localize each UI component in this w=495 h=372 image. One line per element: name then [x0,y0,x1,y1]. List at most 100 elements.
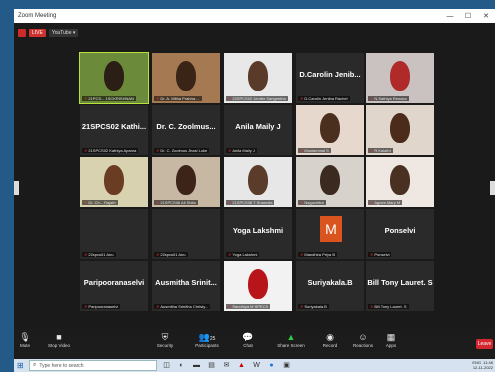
participant-tile[interactable]: ✕22SPCS02 Jenifer Sangeetha [224,53,292,103]
windows-start-icon[interactable]: ⊞ [17,361,27,370]
record-icon: ◉ [326,332,334,342]
participants-button[interactable]: 👥25 Participants [192,332,222,348]
mail-icon[interactable]: ✉ [221,361,232,370]
participant-tile[interactable]: ✕N.Sathiya Renuka [366,53,434,103]
participant-tile[interactable]: Dr. C. Zoolmus... ✕Dr. C. Zoolmus Jhasi L… [152,105,220,155]
word-icon[interactable]: W [251,361,262,370]
participant-tile[interactable]: ✕R.Kalathi [366,105,434,155]
participant-tile[interactable]: Yoga Lakshmi ✕Yoga Lakshmi [224,209,292,259]
participant-label-text: Ausmitha Srinitha Christy... [160,304,209,309]
leave-button[interactable]: Leave [476,339,493,349]
participant-label-text: 22spcs01 Anu [88,252,114,257]
participant-tile[interactable]: ✕22spcs01 Anu [152,209,220,259]
participant-name-label: ✕Ponselvi [368,252,392,257]
participant-name-label: ✕21SPCS06 Ali Shifa [154,200,198,205]
participant-tile[interactable]: 21SPCS02 Kathi... ✕21SPCS02 Kathiya Aparn… [80,105,148,155]
participant-name-label: ✕Anila Maily J [226,148,257,153]
muted-microphone-icon: ✕ [84,304,88,309]
taskbar-search-box[interactable]: ⌕ Type here to search [29,360,157,371]
desktop-background: Zoom Meeting — ☐ ✕ LIVE YouTube ▾ ✕21PCS… [0,0,495,372]
next-page-arrow[interactable] [490,181,495,195]
participant-tile[interactable]: ✕21SPCS06 Ali Shifa [152,157,220,207]
task-view-icon[interactable]: ◫ [161,361,172,370]
muted-microphone-icon: ✕ [156,200,160,205]
apps-button[interactable]: ▦ Apps [382,332,400,348]
participant-tile[interactable]: Paripooranaselvi ✕Paripooranaselvi [80,261,148,311]
participant-display-name: Bill Tony Lauret. S [367,277,433,287]
participant-tile[interactable]: M ✕Mandhira Priya B [296,209,364,259]
stop-video-button[interactable]: ■ Stop Video [44,332,74,348]
share-screen-icon: ▲ [286,332,296,342]
muted-microphone-icon: ✕ [156,148,160,153]
participant-tile[interactable]: Ponselvi ✕Ponselvi [366,209,434,259]
share-screen-button[interactable]: ▲ Share Screen [276,332,306,348]
mute-button[interactable]: 🎙 Mute [16,332,34,348]
reactions-button[interactable]: ☺ Reactions [350,332,376,348]
muted-microphone-icon: ✕ [300,200,304,205]
apps-icon: ▦ [386,332,396,342]
file-explorer-icon[interactable]: ▬ [191,361,202,370]
previous-page-arrow[interactable] [14,181,19,195]
participant-display-name: Ponselvi [384,225,416,235]
participant-tile[interactable]: Ausmitha Srinit... ✕Ausmitha Srinitha Chr… [152,261,220,311]
apps-label: Apps [385,343,397,348]
participant-label-text: Dr. A. Mitha Prabha ... [160,96,200,101]
participant-label-text: R.Kalathi [374,148,391,153]
chat-button[interactable]: 💬 Chat [240,332,256,348]
participant-tile[interactable]: ✕21PCS... 1SCKRISHNAN [79,52,149,104]
participant-tile[interactable]: Anila Maily J ✕Anila Maily J [224,105,292,155]
recording-icon [18,29,26,37]
chrome-icon[interactable]: ● [266,361,277,370]
participant-display-name: D.Carolin Jenib... [299,69,361,79]
muted-microphone-icon: ✕ [370,200,374,205]
record-label: Record [322,343,338,348]
maximize-button[interactable]: ☐ [459,12,477,20]
participant-tile[interactable]: ✕Muniammal S [296,105,364,155]
participant-name-label: ✕N.Sathiya Renuka [368,96,409,101]
participant-tile[interactable]: ✕22spcs01 Anu [80,209,148,259]
participant-tile[interactable]: ✕Naguchitra [296,157,364,207]
muted-microphone-icon: ✕ [300,252,304,257]
shield-icon: ⛨ [161,332,169,342]
participant-tile[interactable]: ✕Dr. Ch... Rajath [80,157,148,207]
participant-name-label: ✕Bill Tony Lauret. S [368,304,409,309]
record-button[interactable]: ◉ Record [320,332,340,348]
participant-tile[interactable]: D.Carolin Jenib... ✕D.Carolin Jeniba Rach… [296,53,364,103]
participant-display-name: Dr. C. Zoolmus... [156,121,216,131]
participant-name-label: ✕Suriyakala.B [298,304,329,309]
muted-microphone-icon: ✕ [300,148,304,153]
store-icon[interactable]: ▤ [206,361,217,370]
participant-tile[interactable]: ✕Sandhiya M SPECS [224,261,292,311]
participant-name-label: ✕21PCS... 1SCKRISHNAN [82,96,136,101]
security-button[interactable]: ⛨ Security [154,332,176,348]
participant-label-text: Dr. C. Zoolmus Jhasi Loke [160,148,208,153]
participant-tile[interactable]: Bill Tony Lauret. S ✕Bill Tony Lauret. S [366,261,434,311]
participant-tile[interactable]: Suriyakala.B ✕Suriyakala.B [296,261,364,311]
zoom-app-icon[interactable]: ▣ [281,361,292,370]
participant-display-name [366,157,434,199]
minimize-button[interactable]: — [441,13,459,20]
participant-name-label: ✕Agnes Mary M [368,200,403,205]
clock-date: 12-11-2022 [472,365,493,370]
participant-tile[interactable]: ✕21SPCS08 T Sharmila [224,157,292,207]
participant-tile[interactable]: ✕Agnes Mary M [366,157,434,207]
participant-label-text: Mandhira Priya B [304,252,336,257]
muted-microphone-icon: ✕ [84,252,88,257]
avatar: M [320,216,342,242]
acrobat-icon[interactable]: ▲ [236,361,247,370]
search-placeholder: Type here to search [39,362,84,369]
windows-taskbar: ⊞ ⌕ Type here to search ◫ ◐ ▬ ▤ ✉ ▲ W ● … [14,359,495,372]
participant-display-name [224,261,292,303]
participant-name-label: ✕Ausmitha Srinitha Christy... [154,304,211,309]
close-button[interactable]: ✕ [477,12,495,20]
edge-browser-icon[interactable]: ◐ [176,361,187,370]
live-stream-bar: LIVE YouTube ▾ [14,23,495,43]
participant-display-name [296,105,364,147]
participant-name-label: ✕Dr. C. Zoolmus Jhasi Loke [154,148,210,153]
youtube-dropdown[interactable]: YouTube ▾ [48,29,79,37]
participant-tile[interactable]: ✕Dr. A. Mitha Prabha ... [152,53,220,103]
participant-name-label: ✕21SPCS08 T Sharmila [226,200,275,205]
participant-label-text: Bill Tony Lauret. S [374,304,407,309]
zoom-window: Zoom Meeting — ☐ ✕ LIVE YouTube ▾ ✕21PCS… [14,9,495,372]
participant-display-name [152,157,220,199]
